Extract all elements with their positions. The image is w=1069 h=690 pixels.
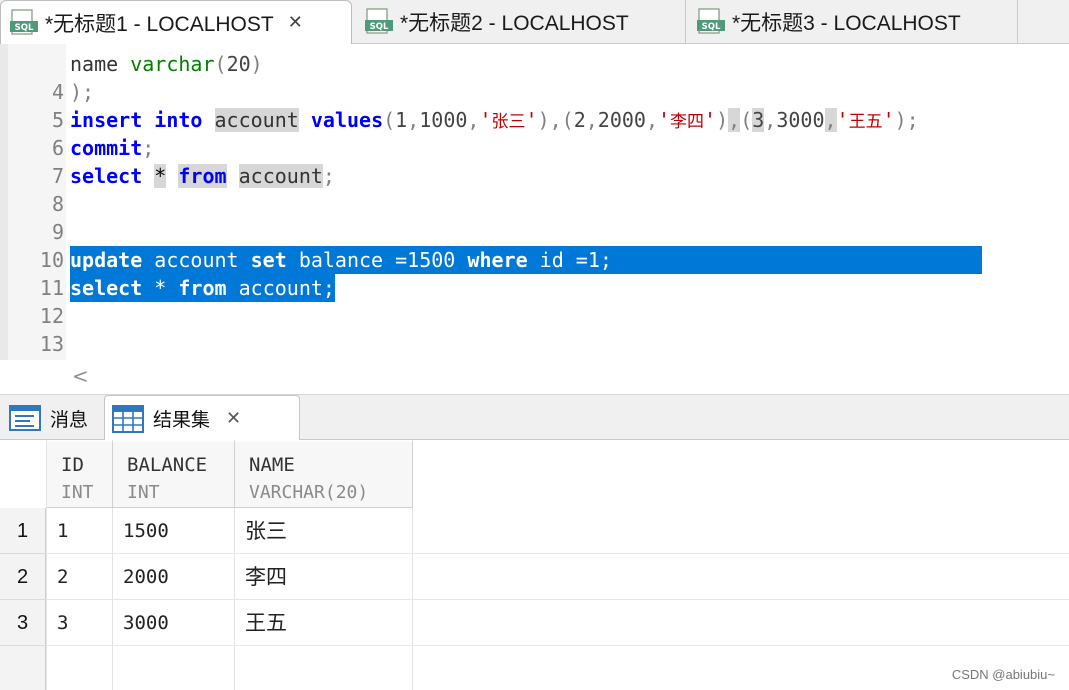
editor-tab-label: *无标题1 - LOCALHOST bbox=[45, 12, 274, 36]
tab-label: 消息 bbox=[50, 408, 89, 431]
selected-code-text: update account set balance =1500 where i… bbox=[70, 246, 982, 274]
watermark: CSDN @abiubiu~ bbox=[951, 667, 1055, 682]
editor-tab-3[interactable]: SQL *无标题3 - LOCALHOST bbox=[688, 0, 1018, 44]
sql-file-icon: SQL bbox=[365, 8, 393, 34]
cell-balance[interactable]: 3000 bbox=[123, 600, 169, 646]
selected-code-text: select * from account; bbox=[70, 274, 335, 302]
close-tab-icon[interactable]: ✕ bbox=[288, 12, 303, 33]
editor-tab-1[interactable]: SQL *无标题1 - LOCALHOST ✕ bbox=[0, 0, 352, 44]
svg-text:SQL: SQL bbox=[370, 22, 389, 32]
sql-file-icon: SQL bbox=[697, 8, 725, 34]
code-text: commit; bbox=[70, 136, 155, 160]
code-line: 6 insert into account values(1,1000,'张三'… bbox=[0, 106, 1069, 160]
table-grid-icon bbox=[112, 404, 144, 433]
cell-balance[interactable]: 2000 bbox=[123, 554, 169, 600]
scroll-left-icon[interactable]: < bbox=[72, 364, 89, 388]
row-divider bbox=[46, 645, 1069, 646]
svg-text:SQL: SQL bbox=[702, 22, 721, 32]
column-name: BALANCE bbox=[127, 454, 208, 476]
result-grid: ID INT BALANCE INT NAME VARCHAR(20) 1 1 … bbox=[0, 440, 1069, 690]
sql-file-icon: SQL bbox=[10, 8, 38, 35]
code-line: 9 bbox=[0, 190, 1069, 244]
result-tab-bar: 消息 结果集 ✕ bbox=[0, 394, 1069, 441]
message-icon bbox=[9, 405, 41, 431]
code-text: insert into account values(1,1000,'张三'),… bbox=[70, 108, 919, 132]
row-divider bbox=[46, 599, 1069, 600]
row-divider bbox=[46, 553, 1069, 554]
column-type: INT bbox=[61, 482, 94, 503]
cell-name[interactable]: 王五 bbox=[245, 600, 287, 646]
row-header-empty bbox=[0, 646, 46, 690]
column-type: INT bbox=[127, 482, 160, 503]
sql-editor[interactable]: 4 name varchar(20) 5 ); 6 insert into ac… bbox=[0, 44, 1069, 360]
code-line-selected: 11 update account set balance =1500 wher… bbox=[0, 246, 1069, 300]
row-header[interactable]: 1 bbox=[0, 508, 46, 554]
code-text: ); bbox=[70, 80, 95, 104]
column-header-name[interactable]: NAME VARCHAR(20) bbox=[235, 442, 413, 508]
row-header[interactable]: 2 bbox=[0, 554, 46, 600]
editor-tab-label: *无标题2 - LOCALHOST bbox=[400, 12, 629, 35]
cell-name[interactable]: 张三 bbox=[245, 508, 287, 554]
code-line-selected: 12 select * from account; bbox=[0, 274, 1069, 328]
cell-balance[interactable]: 1500 bbox=[123, 508, 169, 554]
editor-tab-2[interactable]: SQL *无标题2 - LOCALHOST bbox=[356, 0, 686, 44]
tab-result-set[interactable]: 结果集 ✕ bbox=[104, 395, 300, 441]
column-type: VARCHAR(20) bbox=[249, 482, 369, 503]
column-header-balance[interactable]: BALANCE INT bbox=[113, 442, 235, 508]
column-name: NAME bbox=[249, 454, 295, 476]
editor-horizontal-scrollbar[interactable]: < bbox=[0, 360, 1069, 394]
cell-id[interactable]: 2 bbox=[57, 554, 68, 600]
cell-id[interactable]: 3 bbox=[57, 600, 68, 646]
column-header-id[interactable]: ID INT bbox=[47, 442, 113, 508]
code-line: 14 bbox=[0, 330, 1069, 358]
editor-tab-bar: SQL *无标题1 - LOCALHOST ✕ SQL *无标题2 - LOCA… bbox=[0, 0, 1069, 44]
tab-messages[interactable]: 消息 bbox=[8, 395, 104, 441]
editor-tab-label: *无标题3 - LOCALHOST bbox=[732, 12, 961, 35]
tab-label: 结果集 bbox=[153, 409, 211, 431]
code-line: 10 bbox=[0, 218, 1069, 272]
code-line: 5 ); bbox=[0, 78, 1069, 132]
code-line: 8 select * from account; bbox=[0, 162, 1069, 216]
cell-id[interactable]: 1 bbox=[57, 508, 68, 554]
code-line: 13 bbox=[0, 302, 1069, 356]
column-name: ID bbox=[61, 454, 84, 476]
code-text: name varchar(20) bbox=[70, 52, 263, 76]
code-text: select * from account; bbox=[70, 164, 335, 188]
cell-name[interactable]: 李四 bbox=[245, 554, 287, 600]
code-line: 7 commit; bbox=[0, 134, 1069, 188]
row-header[interactable]: 3 bbox=[0, 600, 46, 646]
code-line: 4 name varchar(20) bbox=[0, 50, 1069, 104]
close-tab-icon[interactable]: ✕ bbox=[226, 408, 241, 429]
svg-text:SQL: SQL bbox=[15, 23, 34, 33]
